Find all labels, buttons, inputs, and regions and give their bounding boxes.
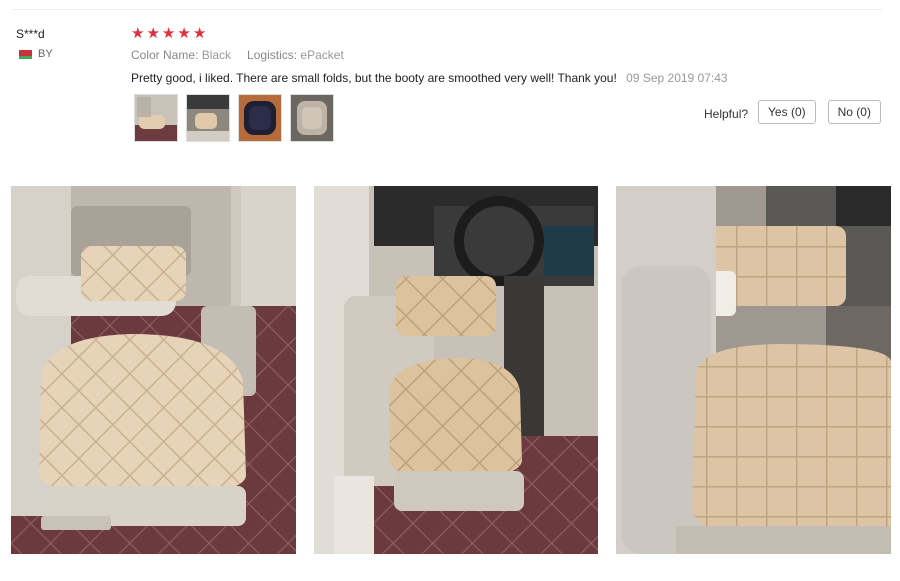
review-date: 09 Sep 2019 07:43 xyxy=(626,71,728,85)
review-photo[interactable] xyxy=(314,186,598,554)
review-thumbnail[interactable] xyxy=(186,94,230,142)
star-icon: ★ xyxy=(161,24,176,42)
star-icon: ★ xyxy=(131,24,145,42)
reviewer-name: S***d xyxy=(16,27,45,41)
helpful-no-button[interactable]: No (0) xyxy=(827,100,881,124)
star-icon: ★ xyxy=(192,24,207,42)
helpful-label: Helpful? xyxy=(704,107,749,121)
color-name-value: Black xyxy=(201,48,232,62)
review-text: Pretty good, i liked. There are small fo… xyxy=(131,71,617,85)
thumbnail-strip xyxy=(134,94,334,142)
color-name: Color Name: Black xyxy=(131,48,231,62)
rating-stars: ★ ★ ★ ★ ★ xyxy=(131,24,206,42)
review-photo[interactable] xyxy=(616,186,891,554)
belarus-flag-icon xyxy=(16,49,32,59)
review-thumbnail[interactable] xyxy=(238,94,282,142)
logistics-label: Logistics: xyxy=(247,48,298,62)
helpful-yes-button[interactable]: Yes (0) xyxy=(758,100,816,124)
logistics: Logistics: ePacket xyxy=(247,48,344,62)
star-icon: ★ xyxy=(177,24,191,42)
order-meta: Color Name: Black Logistics: ePacket xyxy=(131,48,344,62)
color-name-label: Color Name: xyxy=(131,48,199,62)
star-icon: ★ xyxy=(146,24,160,42)
divider xyxy=(12,9,882,10)
helpful-vote: Helpful? Yes (0) No (0) xyxy=(704,100,881,124)
review-body: Pretty good, i liked. There are small fo… xyxy=(131,71,728,85)
review-thumbnail[interactable] xyxy=(290,94,334,142)
review-photo[interactable] xyxy=(11,186,296,554)
review-thumbnail[interactable] xyxy=(134,94,178,142)
country-code: BY xyxy=(38,48,53,60)
logistics-value: ePacket xyxy=(300,48,344,62)
reviewer-country: BY xyxy=(16,48,53,60)
